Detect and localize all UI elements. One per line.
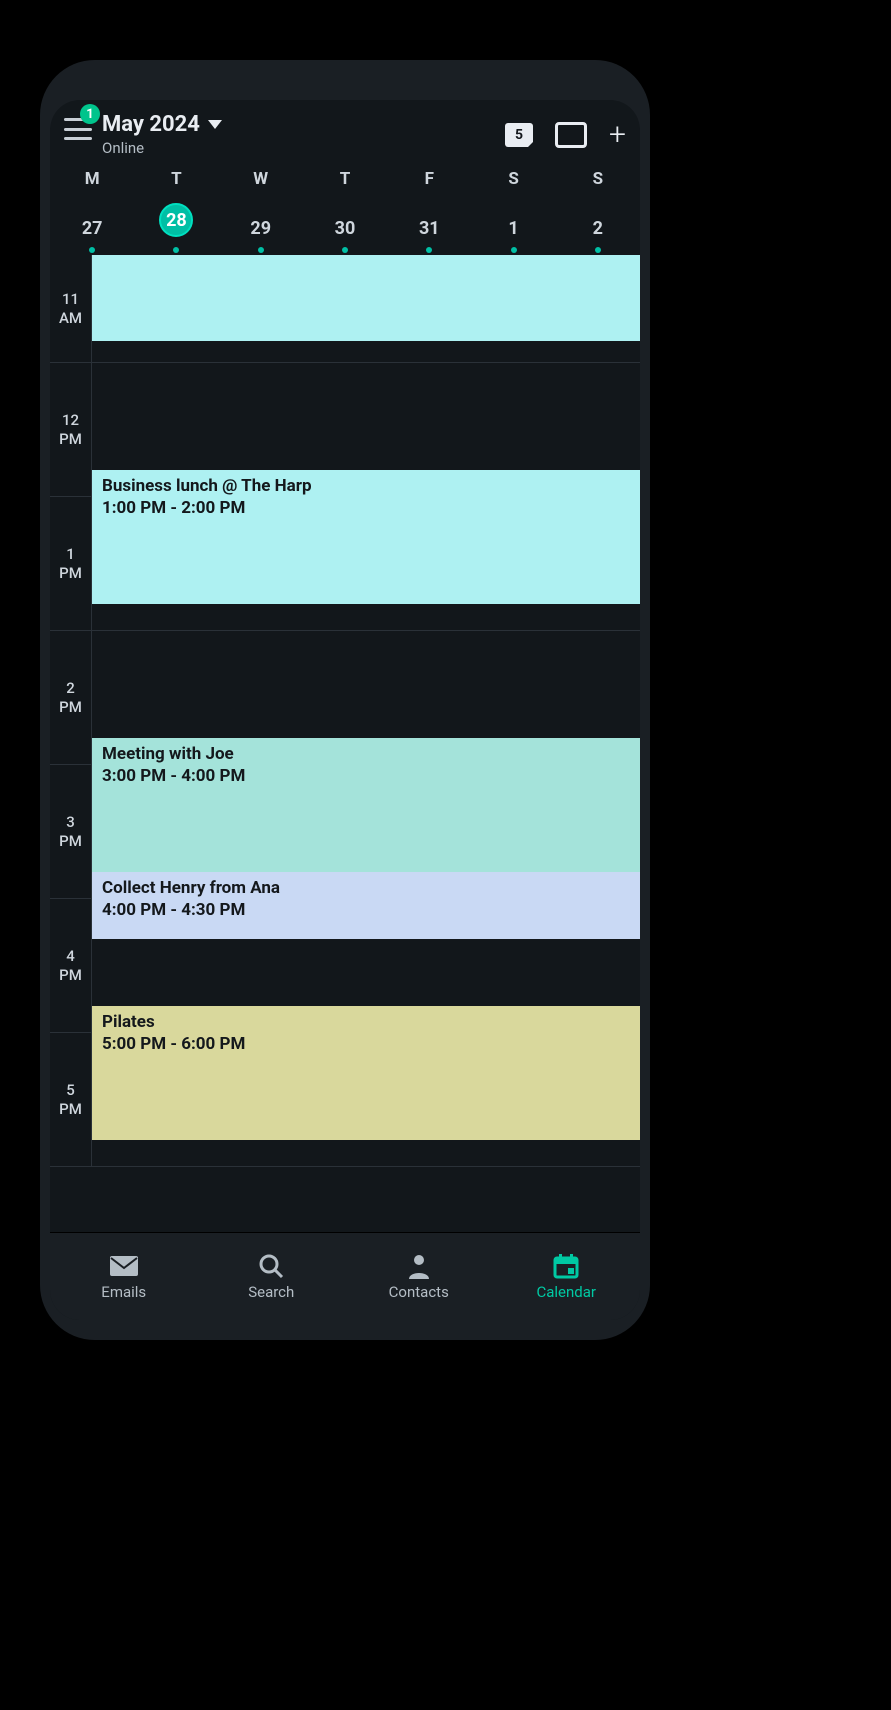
nav-item-search[interactable]: Search bbox=[198, 1233, 346, 1320]
nav-label: Search bbox=[248, 1283, 294, 1301]
event-dot-icon bbox=[342, 247, 348, 253]
week-day-column[interactable]: W 29 bbox=[219, 169, 303, 253]
event-dot-icon bbox=[595, 247, 601, 253]
week-date-label: 27 bbox=[82, 218, 103, 239]
week-day-column[interactable]: F 31 bbox=[387, 169, 471, 253]
event-dot-icon bbox=[258, 247, 264, 253]
view-toggle-button[interactable] bbox=[555, 122, 587, 148]
week-day-column[interactable]: T 30 bbox=[303, 169, 387, 253]
calendar-event[interactable]: Meeting with Joe3:00 PM - 4:00 PM bbox=[92, 738, 640, 872]
header-left: 1 May 2024 Online bbox=[64, 112, 222, 157]
event-title: Meeting with Joe bbox=[102, 744, 630, 764]
week-day-column[interactable]: T 28 bbox=[134, 169, 218, 253]
week-date-label: 30 bbox=[335, 218, 356, 239]
event-title: Business lunch @ The Harp bbox=[102, 476, 630, 496]
go-to-today-button[interactable]: 5 bbox=[505, 123, 533, 147]
calendar-event[interactable]: Business lunch @ The Harp1:00 PM - 2:00 … bbox=[92, 470, 640, 604]
calendar-event[interactable]: Pilates5:00 PM - 6:00 PM bbox=[92, 1006, 640, 1140]
week-day-label: M bbox=[50, 169, 134, 189]
week-date-label: 31 bbox=[419, 218, 440, 239]
week-date-label: 29 bbox=[250, 218, 271, 239]
event-time: 3:00 PM - 4:00 PM bbox=[102, 766, 630, 786]
week-date-label: 28 bbox=[159, 203, 193, 237]
event-dot-icon bbox=[89, 247, 95, 253]
screen: 1 May 2024 Online 5 + bbox=[50, 100, 640, 1320]
week-day-label: S bbox=[471, 169, 555, 189]
mail-icon bbox=[109, 1253, 139, 1279]
hour-label: 11AM bbox=[50, 255, 92, 362]
bottom-nav: Emails Search Contacts Calendar bbox=[50, 1232, 640, 1320]
event-time: 5:00 PM - 6:00 PM bbox=[102, 1034, 630, 1054]
event-title: Collect Henry from Ana bbox=[102, 878, 630, 898]
menu-button[interactable]: 1 bbox=[64, 112, 92, 140]
title-block[interactable]: May 2024 Online bbox=[102, 112, 222, 157]
nav-label: Contacts bbox=[389, 1283, 449, 1301]
hour-label: 4PM bbox=[50, 899, 92, 1032]
week-day-label: T bbox=[134, 169, 218, 189]
week-day-column[interactable]: S1 bbox=[471, 169, 555, 253]
menu-badge: 1 bbox=[80, 104, 100, 124]
event-time: 4:00 PM - 4:30 PM bbox=[102, 900, 630, 920]
header: 1 May 2024 Online 5 + bbox=[50, 100, 640, 161]
event-dot-icon bbox=[426, 247, 432, 253]
hour-label: 2PM bbox=[50, 631, 92, 764]
week-day-column[interactable]: M 27 bbox=[50, 169, 134, 253]
calendar-icon bbox=[551, 1253, 581, 1279]
phone-frame: 1 May 2024 Online 5 + bbox=[40, 60, 650, 1340]
calendar-event[interactable]: Collect Henry from Ana4:00 PM - 4:30 PM bbox=[92, 872, 640, 939]
week-day-column[interactable]: S2 bbox=[556, 169, 640, 253]
nav-item-calendar[interactable]: Calendar bbox=[493, 1233, 641, 1320]
header-top: 1 May 2024 Online 5 + bbox=[64, 112, 626, 157]
event-dot-icon bbox=[173, 247, 179, 253]
event-dot-icon bbox=[511, 247, 517, 253]
status-label: Online bbox=[102, 139, 222, 157]
nav-item-contacts[interactable]: Contacts bbox=[345, 1233, 493, 1320]
week-date-label: 1 bbox=[508, 218, 518, 239]
hour-label: 1PM bbox=[50, 497, 92, 630]
month-title: May 2024 bbox=[102, 112, 200, 137]
caret-down-icon bbox=[208, 120, 222, 129]
header-right: 5 + bbox=[505, 120, 626, 150]
calendar-event[interactable] bbox=[92, 255, 640, 341]
nav-item-emails[interactable]: Emails bbox=[50, 1233, 198, 1320]
week-day-label: W bbox=[219, 169, 303, 189]
nav-label: Calendar bbox=[536, 1283, 596, 1301]
week-header: M27T28W29T30F31S1S2 bbox=[50, 161, 640, 255]
agenda-view[interactable]: 11AM12PM1PM2PM3PM4PM5PM Business lunch @ … bbox=[50, 255, 640, 1232]
search-icon bbox=[256, 1253, 286, 1279]
hour-label: 12PM bbox=[50, 363, 92, 496]
hour-label: 5PM bbox=[50, 1033, 92, 1166]
add-event-button[interactable]: + bbox=[609, 120, 626, 150]
week-day-label: T bbox=[303, 169, 387, 189]
week-day-label: S bbox=[556, 169, 640, 189]
nav-label: Emails bbox=[101, 1283, 146, 1301]
hour-label: 3PM bbox=[50, 765, 92, 898]
week-day-label: F bbox=[387, 169, 471, 189]
event-title: Pilates bbox=[102, 1012, 630, 1032]
week-date-label: 2 bbox=[593, 218, 603, 239]
person-icon bbox=[404, 1253, 434, 1279]
event-time: 1:00 PM - 2:00 PM bbox=[102, 498, 630, 518]
hour-grid: 11AM12PM1PM2PM3PM4PM5PM Business lunch @ … bbox=[50, 255, 640, 1232]
